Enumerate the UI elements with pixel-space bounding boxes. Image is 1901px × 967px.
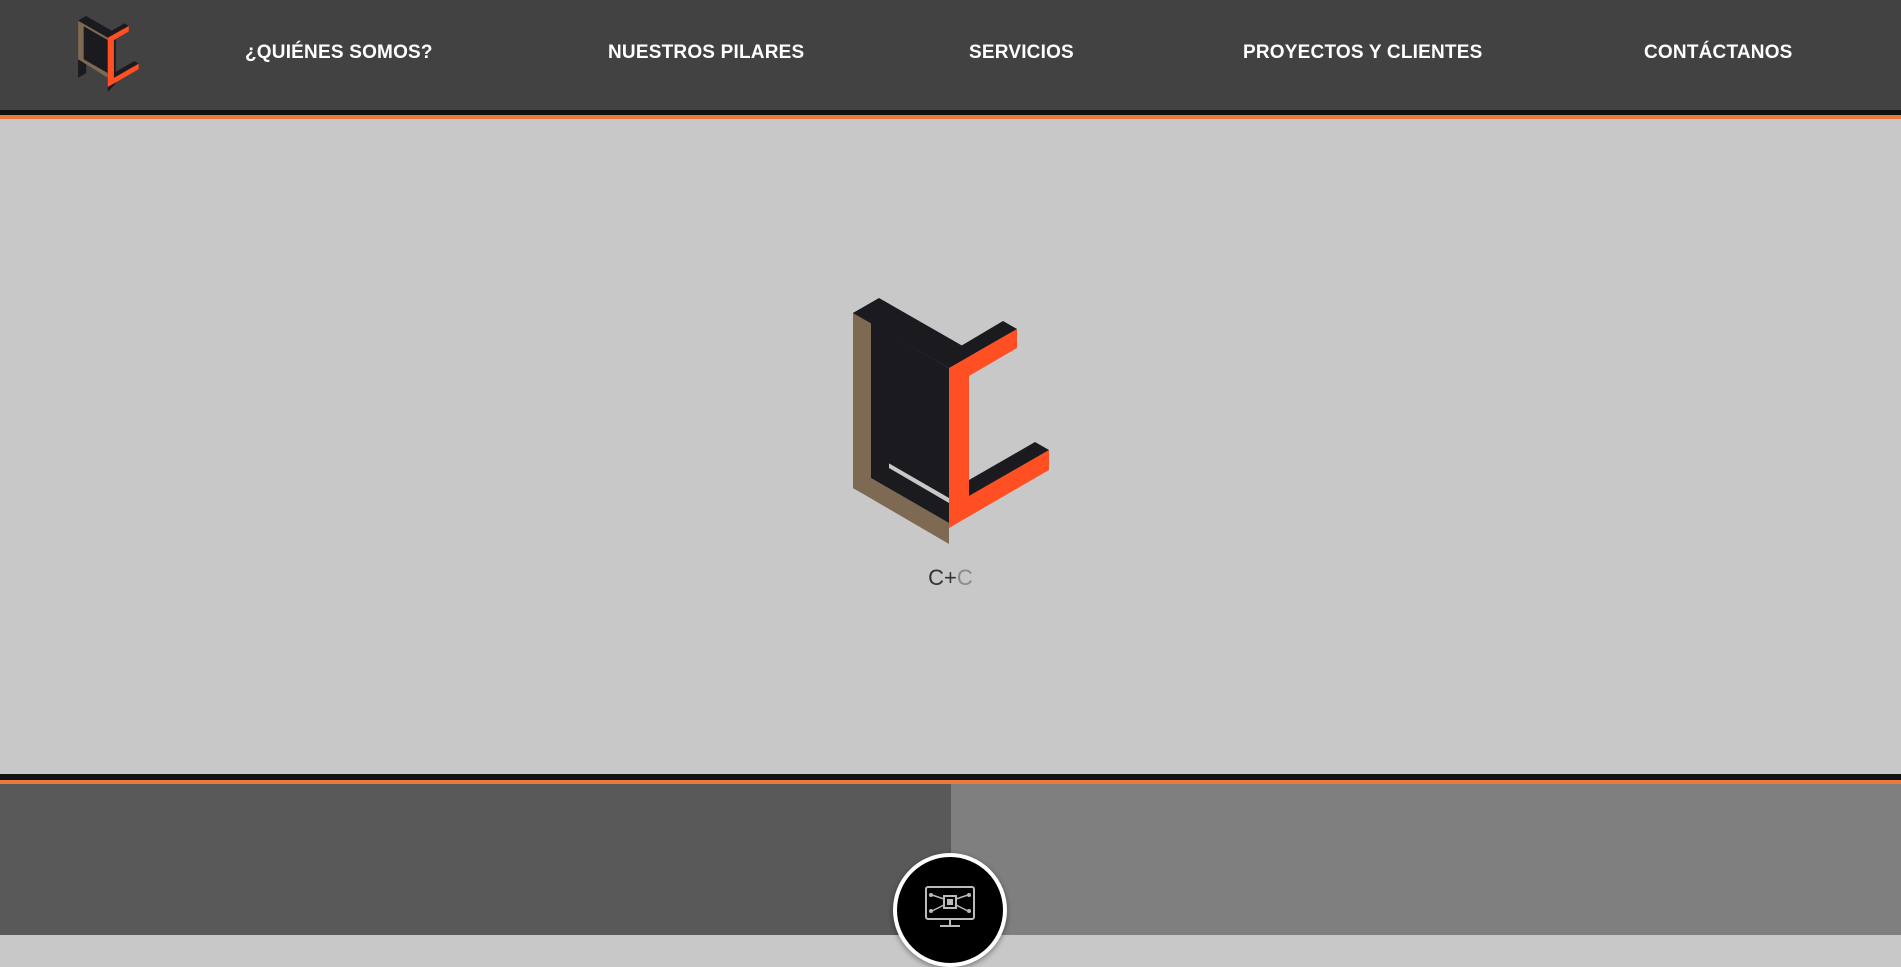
brand-caption: C+C: [0, 565, 1901, 591]
cc-logo-icon: [853, 298, 1049, 544]
top-navigation-bar: ¿QUIÉNES SOMOS? NUESTROS PILARES SERVICI…: [0, 0, 1901, 110]
services-panel-right: [951, 784, 1901, 935]
service-badge[interactable]: [893, 853, 1007, 967]
computer-circuit-icon: [925, 886, 975, 927]
home-logo-link[interactable]: [76, 16, 142, 92]
nav-servicios[interactable]: SERVICIOS: [969, 42, 1074, 64]
brand-caption-first: C+: [928, 565, 957, 590]
services-panel-left: [0, 784, 951, 935]
nav-nuestros-pilares[interactable]: NUESTROS PILARES: [608, 42, 804, 64]
nav-quienes-somos[interactable]: ¿QUIÉNES SOMOS?: [245, 42, 433, 64]
nav-proyectos-y-clientes[interactable]: PROYECTOS Y CLIENTES: [1243, 42, 1482, 64]
cc-logo-icon: [78, 16, 139, 92]
nav-contactanos[interactable]: CONTÁCTANOS: [1644, 42, 1793, 64]
brand-caption-second: C: [956, 565, 973, 590]
